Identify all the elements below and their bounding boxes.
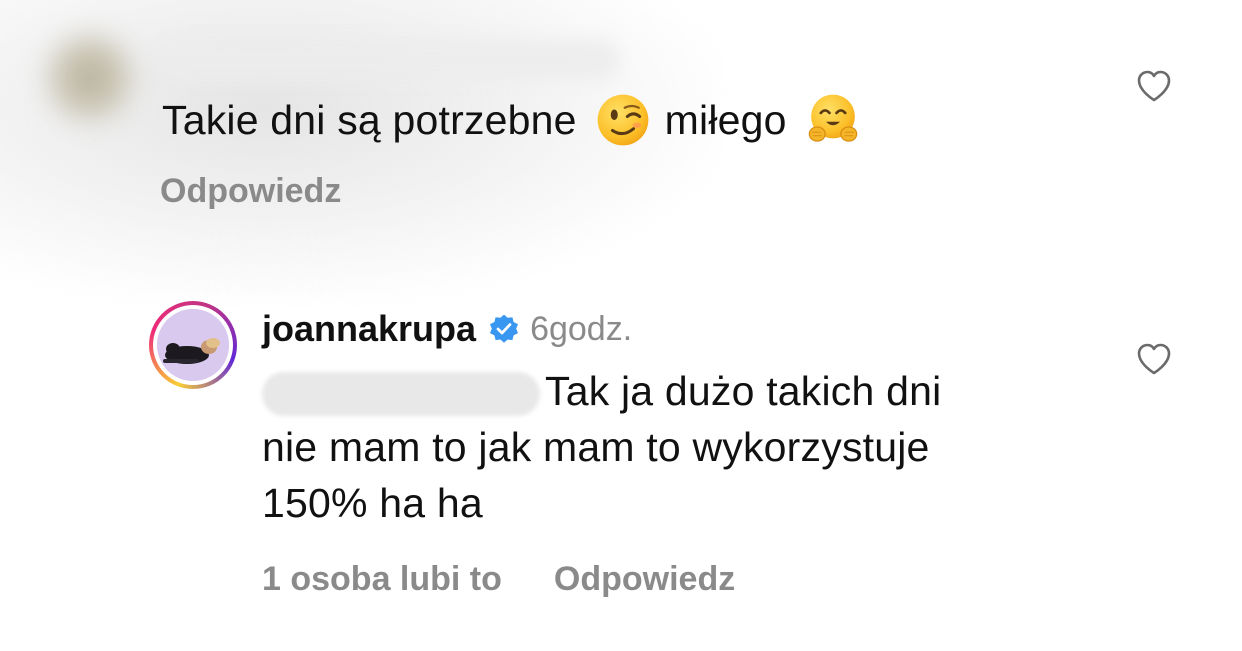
blurred-username bbox=[160, 40, 620, 80]
comment-2-username[interactable]: joannakrupa bbox=[262, 308, 476, 350]
hugging-face-emoji-icon bbox=[808, 94, 857, 142]
avatar-person-image bbox=[157, 309, 229, 381]
comment-2-like-heart-icon[interactable] bbox=[1136, 342, 1172, 376]
blurred-avatar bbox=[40, 28, 140, 128]
comment-2-text-line-1: Tak ja dużo takich dni bbox=[545, 368, 942, 414]
comment-2-header: joannakrupa 6godz. bbox=[262, 308, 632, 350]
comment-1-text-part2: miłego bbox=[664, 96, 787, 143]
winking-face-emoji-icon bbox=[597, 94, 649, 146]
verified-badge-icon bbox=[490, 314, 519, 343]
comment-2-text-line-2: nie mam to jak mam to wykorzystuje bbox=[262, 424, 930, 470]
blurred-mention bbox=[262, 372, 540, 416]
avatar-border bbox=[153, 305, 233, 385]
comment-2-timestamp: 6godz. bbox=[530, 309, 633, 348]
comment-2-footer: 1 osoba lubi to Odpowiedz bbox=[262, 560, 735, 599]
comment-2-text-line-3: 150% ha ha bbox=[262, 480, 483, 526]
comment-1-like-heart-icon[interactable] bbox=[1136, 69, 1172, 103]
comment-2-reply-button[interactable]: Odpowiedz bbox=[554, 560, 735, 599]
comment-1-reply-button[interactable]: Odpowiedz bbox=[160, 172, 341, 211]
comment-1-text: Takie dni są potrzebne miłego bbox=[162, 92, 875, 148]
comment-2-likes-count[interactable]: 1 osoba lubi to bbox=[262, 560, 502, 599]
avatar bbox=[157, 309, 229, 381]
avatar-story-ring[interactable] bbox=[149, 301, 237, 389]
comment-1-text-part1: Takie dni są potrzebne bbox=[162, 96, 577, 143]
